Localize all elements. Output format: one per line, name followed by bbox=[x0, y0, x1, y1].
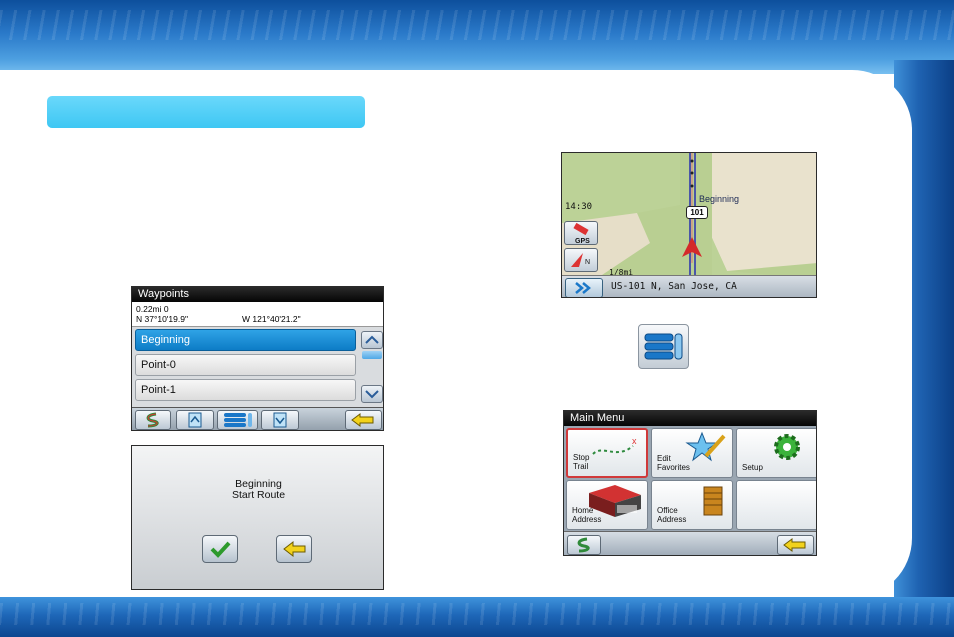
svg-text:N: N bbox=[585, 259, 590, 266]
main-menu-icon-button[interactable] bbox=[638, 324, 689, 369]
main-menu-toolbar bbox=[564, 531, 816, 555]
waypoints-toolbar bbox=[132, 407, 383, 430]
gps-button[interactable]: GPS bbox=[564, 221, 598, 245]
back-arrow-icon bbox=[351, 413, 374, 427]
home-address-tile[interactable]: Home Address bbox=[566, 480, 648, 530]
gps-label: GPS bbox=[575, 238, 590, 245]
tile-label: Home bbox=[572, 506, 594, 515]
main-menu-title: Main Menu bbox=[564, 411, 816, 426]
expand-button[interactable] bbox=[565, 278, 603, 297]
scroll-up-button[interactable] bbox=[361, 331, 383, 349]
svg-text:x: x bbox=[632, 436, 637, 446]
route-icon bbox=[577, 537, 590, 553]
list-item[interactable]: Point-0 bbox=[135, 354, 356, 376]
waypoints-title: Waypoints bbox=[132, 287, 383, 302]
office-building-icon bbox=[703, 486, 723, 516]
tile-label: Address bbox=[572, 515, 602, 524]
scroll-thumb[interactable] bbox=[362, 351, 382, 359]
confirm-button[interactable] bbox=[202, 535, 238, 563]
stop-trail-tile[interactable]: x Stop Trail bbox=[566, 428, 648, 478]
compass-icon: N bbox=[571, 253, 590, 267]
waypoint-list: Beginning Point-0 Point-1 bbox=[132, 327, 383, 407]
empty-tile bbox=[736, 480, 816, 530]
menu-list-icon bbox=[224, 413, 252, 427]
tile-label: Office bbox=[657, 506, 678, 515]
compass-button[interactable]: N bbox=[564, 248, 598, 272]
dialog-message: Beginning Start Route bbox=[132, 479, 383, 501]
tile-label: Favorites bbox=[657, 463, 690, 472]
menu-button[interactable] bbox=[217, 410, 258, 430]
menu-list-icon bbox=[644, 333, 683, 360]
setup-tile[interactable]: Setup bbox=[736, 428, 816, 478]
waypoint-longitude: W 121°40'21.2" bbox=[242, 314, 301, 324]
trail-icon: x bbox=[592, 436, 637, 455]
list-item[interactable]: Point-1 bbox=[135, 379, 356, 401]
scroll-down-button[interactable] bbox=[361, 385, 383, 403]
back-button[interactable] bbox=[345, 410, 382, 430]
flag-up-button[interactable] bbox=[176, 410, 214, 430]
map-screen: 14:30 Beginning 101 GPS N 1/8mi US-101 N… bbox=[561, 152, 817, 298]
flag-up-icon bbox=[188, 412, 202, 428]
back-arrow-icon bbox=[783, 538, 806, 552]
office-address-tile[interactable]: Office Address bbox=[651, 480, 733, 530]
manual-page: Waypoints 0.22mi 0 N 37°10'19.9" W 121°4… bbox=[0, 0, 954, 637]
main-menu-grid: x Stop Trail Edit Favorites Setup Home A… bbox=[564, 426, 816, 531]
back-arrow-icon bbox=[283, 540, 306, 558]
edit-favorites-tile[interactable]: Edit Favorites bbox=[651, 428, 733, 478]
tile-label: Stop bbox=[573, 453, 590, 462]
tile-label: Setup bbox=[742, 463, 763, 472]
header-decorative-band bbox=[0, 0, 954, 74]
double-chevron-right-icon bbox=[575, 282, 591, 294]
map-status-bar: US-101 N, San Jose, CA bbox=[562, 275, 816, 297]
highway-shield: 101 bbox=[686, 206, 708, 219]
waypoint-scrollbar[interactable] bbox=[361, 329, 383, 405]
flag-down-button[interactable] bbox=[261, 410, 299, 430]
start-route-dialog: Beginning Start Route bbox=[131, 445, 384, 590]
tile-label: Edit bbox=[657, 454, 671, 463]
clock-readout: 14:30 bbox=[565, 202, 593, 212]
route-icon bbox=[146, 412, 159, 428]
tile-label: Address bbox=[657, 515, 687, 524]
chevron-down-icon bbox=[365, 390, 379, 399]
waypoints-screen: Waypoints 0.22mi 0 N 37°10'19.9" W 121°4… bbox=[131, 286, 384, 431]
current-address: US-101 N, San Jose, CA bbox=[611, 281, 737, 292]
waypoint-map-label: Beginning bbox=[699, 194, 740, 204]
tile-label: Trail bbox=[573, 462, 589, 471]
chevron-up-icon bbox=[365, 335, 379, 344]
waypoint-latitude: N 37°10'19.9" bbox=[136, 314, 188, 324]
gear-icon bbox=[774, 434, 800, 460]
cancel-button[interactable] bbox=[276, 535, 312, 563]
list-item[interactable]: Beginning bbox=[135, 329, 356, 351]
footer-decorative-band bbox=[0, 597, 954, 637]
checkmark-icon bbox=[210, 541, 231, 558]
dialog-action-text: Start Route bbox=[231, 489, 286, 501]
satellite-icon bbox=[573, 222, 589, 236]
route-button[interactable] bbox=[567, 535, 601, 555]
route-button[interactable] bbox=[135, 410, 171, 430]
flag-down-icon bbox=[273, 412, 287, 428]
waypoint-distance: 0.22mi 0 bbox=[136, 304, 169, 314]
star-pencil-icon bbox=[685, 431, 726, 462]
back-button[interactable] bbox=[777, 535, 814, 555]
waypoint-coordinates: 0.22mi 0 N 37°10'19.9" W 121°40'21.2" bbox=[132, 302, 383, 327]
main-menu-screen: Main Menu x Stop Trail Edit Favorites Se… bbox=[563, 410, 817, 556]
section-title-bar bbox=[47, 96, 365, 128]
